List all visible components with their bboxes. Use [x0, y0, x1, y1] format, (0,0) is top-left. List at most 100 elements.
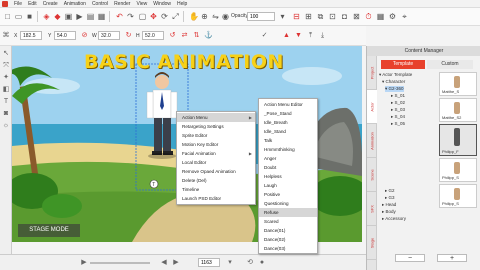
- tree-node[interactable]: ▸ S_04: [391, 114, 405, 120]
- menu-item-motion-key-editor[interactable]: Motion Key Editor: [177, 140, 255, 149]
- frame-field[interactable]: 1163: [198, 258, 220, 267]
- rotate-icon[interactable]: ⟳: [160, 12, 169, 21]
- anchor-icon[interactable]: ⚓: [204, 31, 213, 40]
- tree-node-selected[interactable]: ▾ G2-360: [385, 86, 404, 92]
- submenu-item[interactable]: Action Menu Editor: [259, 100, 317, 109]
- menu-item-launch-psd-editor[interactable]: Launch PSD Editor: [177, 194, 255, 203]
- text-tool-icon[interactable]: T: [2, 98, 10, 106]
- submenu-item[interactable]: Anger: [259, 154, 317, 163]
- select-tool-icon[interactable]: ↖: [2, 50, 10, 58]
- menu-file[interactable]: File: [14, 1, 22, 7]
- menu-item-sprite-editor[interactable]: Sprite Editor: [177, 131, 255, 140]
- lock-ratio-icon[interactable]: ⊘: [80, 31, 89, 40]
- light-tool-icon[interactable]: ☼: [2, 122, 10, 130]
- w-field[interactable]: 32.0: [98, 31, 120, 40]
- thumbnail-item[interactable]: Matthe_S: [439, 72, 477, 96]
- side-tab-stage[interactable]: Stage: [367, 226, 377, 260]
- menu-animation[interactable]: Animation: [64, 1, 86, 7]
- bone-tool-icon[interactable]: ✦: [2, 74, 10, 82]
- next-frame-icon[interactable]: ▶: [172, 259, 180, 267]
- visibility-icon[interactable]: ◉: [221, 12, 230, 21]
- link-icon[interactable]: ⌘: [2, 32, 10, 40]
- save-icon[interactable]: ■: [25, 12, 34, 21]
- snap-icon[interactable]: ⌖: [400, 12, 409, 21]
- pin-icon[interactable]: ✓: [260, 31, 269, 40]
- move-icon[interactable]: ✥: [149, 12, 158, 21]
- y-field[interactable]: 54.0: [54, 31, 76, 40]
- prev-frame-icon[interactable]: ◀: [160, 259, 168, 267]
- new-project-icon[interactable]: □: [3, 12, 12, 21]
- thumbnail-item[interactable]: Philipp_S: [439, 184, 477, 208]
- menu-render[interactable]: Render: [114, 1, 130, 7]
- group-icon[interactable]: ⊡: [328, 12, 337, 21]
- submenu-item[interactable]: Dance(01): [259, 226, 317, 235]
- render-icon[interactable]: ⊠: [352, 12, 361, 21]
- tree-node[interactable]: ▸ G2: [385, 188, 395, 194]
- tree-node[interactable]: ▸ G3: [385, 195, 395, 201]
- tree-node[interactable]: ▾ Actor Template: [379, 72, 412, 78]
- thumbnail-item[interactable]: Philipp_S: [439, 158, 477, 182]
- select-icon[interactable]: ▢: [138, 12, 147, 21]
- tree-node[interactable]: ▸ S_01: [391, 93, 405, 99]
- thumbnail-item-selected[interactable]: Philipp_F: [439, 124, 477, 156]
- tree-node[interactable]: ▸ S_03: [391, 107, 405, 113]
- scale-icon[interactable]: ⤢: [171, 12, 180, 21]
- tab-template[interactable]: Template: [381, 60, 425, 69]
- export-icon[interactable]: ◆: [53, 12, 62, 21]
- transform-tool-icon[interactable]: ⤧: [2, 62, 10, 70]
- import-icon[interactable]: ◈: [42, 12, 51, 21]
- remove-button[interactable]: −: [395, 254, 425, 262]
- submenu-item[interactable]: _Pose_Stand: [259, 109, 317, 118]
- submenu-item[interactable]: Idle_Stand: [259, 127, 317, 136]
- tree-node[interactable]: ▸ Body: [382, 209, 396, 215]
- record-icon[interactable]: ●: [258, 259, 266, 267]
- tab-custom[interactable]: Custom: [427, 60, 473, 69]
- tree-node[interactable]: ▸ Head: [382, 202, 396, 208]
- tree-node[interactable]: ▸ S_02: [391, 100, 405, 106]
- side-tab-scene[interactable]: Scene: [367, 158, 377, 192]
- align-left-icon[interactable]: ⊟: [292, 12, 301, 21]
- side-tab-actor[interactable]: Actor: [367, 90, 377, 124]
- side-tab-sfx[interactable]: SFX: [367, 192, 377, 226]
- menu-item-retargeting[interactable]: Retargeting Settings: [177, 122, 255, 131]
- submenu-item[interactable]: Talk: [259, 136, 317, 145]
- menu-control[interactable]: Control: [92, 1, 108, 7]
- menu-view[interactable]: View: [136, 1, 147, 7]
- submenu-item[interactable]: Questioning: [259, 199, 317, 208]
- media-icon[interactable]: ▣: [64, 12, 73, 21]
- side-tab-project[interactable]: Project: [367, 56, 377, 90]
- submenu-item[interactable]: Laugh: [259, 181, 317, 190]
- undo-icon[interactable]: ↶: [115, 12, 124, 21]
- grid-icon[interactable]: ▦: [376, 12, 385, 21]
- stage-mode-badge[interactable]: STAGE MODE: [18, 224, 80, 237]
- side-tab-animation[interactable]: Animation: [367, 124, 377, 158]
- menu-edit[interactable]: Edit: [28, 1, 37, 7]
- camera-tool-icon[interactable]: ◙: [2, 110, 10, 118]
- layer-up-icon[interactable]: ▲: [282, 31, 291, 40]
- pan-icon[interactable]: ✋: [189, 12, 199, 21]
- prop-tool-icon[interactable]: ◧: [2, 86, 10, 94]
- submenu-item[interactable]: Positive: [259, 190, 317, 199]
- tree-node[interactable]: ▸ Accessory: [382, 216, 406, 222]
- layer-top-icon[interactable]: ⤒: [306, 31, 315, 40]
- menu-item-action-menu[interactable]: Action Menu ▶: [177, 113, 255, 122]
- flip-v-icon[interactable]: ⇅: [192, 31, 201, 40]
- zoom-icon[interactable]: ⊕: [200, 12, 209, 21]
- tree-node[interactable]: ▸ S_05: [391, 121, 405, 127]
- h-field[interactable]: 52.0: [142, 31, 164, 40]
- submenu-item[interactable]: Dance(02): [259, 235, 317, 244]
- layer-bottom-icon[interactable]: ⤓: [318, 31, 327, 40]
- submenu-item[interactable]: Helpless: [259, 172, 317, 181]
- layer-down-icon[interactable]: ▼: [294, 31, 303, 40]
- opacity-dropdown-icon[interactable]: ▾: [278, 12, 287, 21]
- menu-help[interactable]: Help: [177, 1, 187, 7]
- loop-icon[interactable]: ⟲: [246, 259, 254, 267]
- settings-icon[interactable]: ⚙: [388, 12, 397, 21]
- camera-icon[interactable]: ◘: [340, 12, 349, 21]
- rotate-cw-icon[interactable]: ↻: [124, 31, 133, 40]
- open-icon[interactable]: ▭: [14, 12, 23, 21]
- submenu-item[interactable]: Scared: [259, 217, 317, 226]
- flip-icon[interactable]: ⇋: [211, 12, 220, 21]
- arrange-icon[interactable]: ⧉: [316, 12, 325, 21]
- volume-slider[interactable]: [90, 262, 150, 264]
